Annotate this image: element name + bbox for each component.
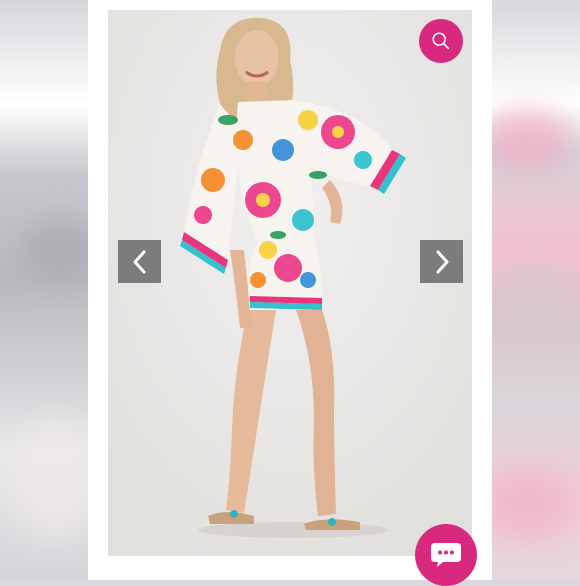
model-illustration (108, 10, 472, 556)
chevron-left-icon (133, 250, 145, 273)
chevron-right-icon (436, 250, 448, 273)
previous-image-button[interactable] (118, 240, 161, 283)
product-photo (108, 10, 472, 556)
search-button[interactable] (419, 19, 463, 63)
search-icon (432, 32, 450, 50)
chat-button[interactable] (415, 524, 477, 586)
next-image-button[interactable] (420, 240, 463, 283)
chat-bubble-icon (431, 543, 461, 567)
